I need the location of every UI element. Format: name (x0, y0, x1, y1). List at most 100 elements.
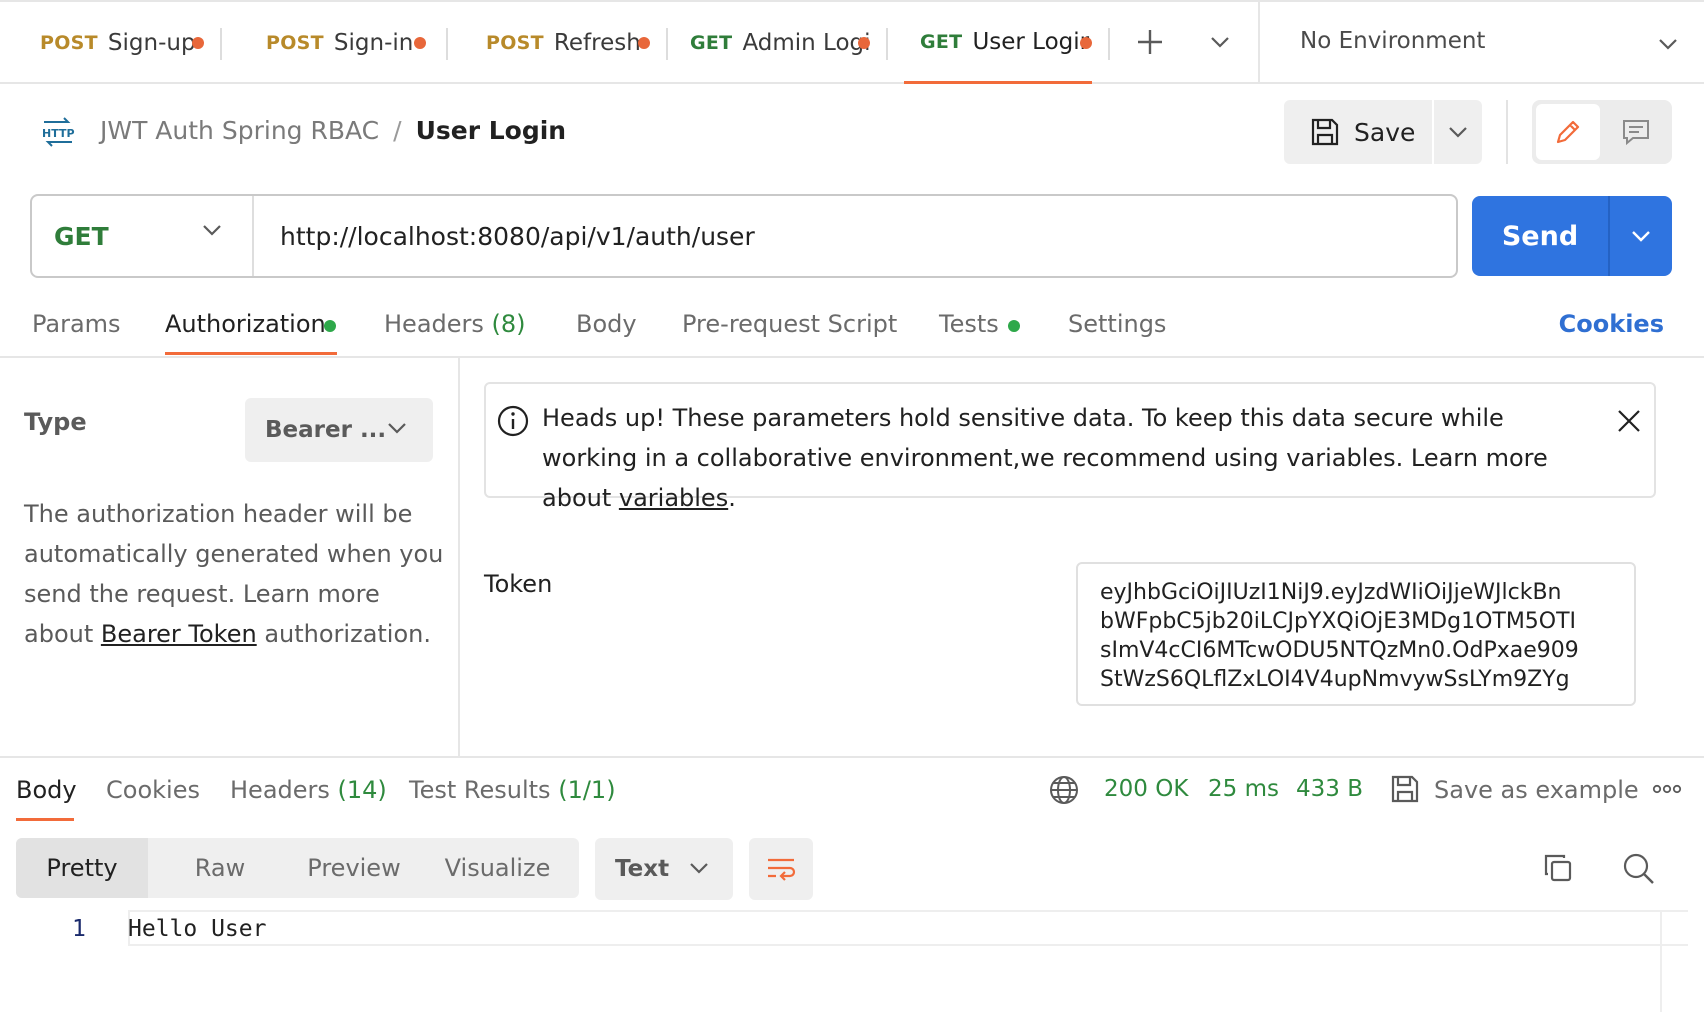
pencil-icon (1556, 120, 1580, 144)
auth-type-select[interactable]: Bearer ... (245, 398, 433, 462)
auth-description-end: authorization. (256, 620, 431, 648)
breadcrumb-collection[interactable]: JWT Auth Spring RBAC (100, 116, 379, 145)
request-config-tabs: Params Authorization Headers (8) Body Pr… (0, 296, 1704, 358)
cookies-link[interactable]: Cookies (1559, 310, 1664, 338)
sensitive-data-alert: Heads up! These parameters hold sensitiv… (484, 382, 1656, 512)
response-tab-test-results[interactable]: Test Results (1/1) (409, 776, 616, 804)
url-input[interactable] (280, 196, 1440, 276)
tab-method: POST (486, 32, 544, 54)
http-icon-text: HTTP (42, 127, 75, 140)
tab-sign-in[interactable]: POST Sign-in (266, 2, 446, 84)
alert-message: Heads up! These parameters hold sensitiv… (542, 398, 1582, 518)
chevron-down-icon (690, 863, 708, 874)
tab-label: Refresh (553, 30, 641, 56)
new-tab-button[interactable] (1130, 22, 1170, 62)
tab-list-dropdown[interactable] (1200, 22, 1240, 62)
breadcrumb-request-name[interactable]: User Login (416, 116, 567, 145)
tab-divider (886, 28, 888, 60)
close-icon[interactable] (1616, 408, 1642, 434)
tab-label: Sign-in (333, 30, 414, 56)
bearer-token-link[interactable]: Bearer Token (101, 620, 257, 648)
response-time[interactable]: 25 ms (1208, 776, 1279, 802)
token-line: eyJhbGciOiJIUzI1NiJ9.eyJzdWIiOiJjeWJlckB… (1100, 580, 1562, 605)
env-divider (1258, 2, 1260, 84)
response-tab-cookies[interactable]: Cookies (106, 776, 200, 804)
tab-label: Sign-up (107, 30, 196, 56)
tab-user-login[interactable]: GET User Logir (904, 2, 1092, 84)
tab-sign-up[interactable]: POST Sign-up (40, 2, 220, 84)
token-line: bWFpbC5jb20iLCJpYXQiOjE3MDg1OTM5OTI (1100, 609, 1577, 634)
line-number: 1 (72, 916, 86, 942)
response-body-text[interactable]: Hello User (128, 916, 266, 942)
environment-dropdown[interactable] (1648, 24, 1688, 64)
view-mode-toggle (1532, 100, 1672, 164)
status-code[interactable]: 200 OK (1104, 776, 1188, 802)
tab-params[interactable]: Params (32, 310, 121, 338)
token-label: Token (484, 570, 553, 598)
view-raw[interactable]: Raw (148, 838, 292, 898)
response-editor-line (128, 910, 1688, 946)
save-icon (1391, 775, 1419, 803)
wrap-lines-button[interactable] (749, 838, 813, 900)
token-input[interactable]: eyJhbGciOiJIUzI1NiJ9.eyJzdWIiOiJjeWJlckB… (1076, 562, 1636, 706)
request-url-bar: GET (30, 194, 1458, 278)
chevron-down-icon (203, 225, 221, 236)
chevron-down-icon (1632, 231, 1650, 242)
save-options-dropdown[interactable] (1434, 100, 1482, 164)
edit-mode-button[interactable] (1536, 104, 1600, 160)
send-button[interactable]: Send (1472, 196, 1608, 276)
variables-link[interactable]: variables (619, 484, 728, 512)
comments-button[interactable] (1604, 104, 1668, 160)
view-preview[interactable]: Preview (292, 838, 416, 898)
tab-refresh[interactable]: POST Refresh (486, 2, 666, 84)
wrap-lines-icon (768, 858, 796, 881)
chevron-down-icon (1211, 37, 1229, 48)
chevron-down-icon (1659, 39, 1677, 50)
response-tab-headers-label: Headers (230, 776, 330, 804)
response-divider (0, 756, 1704, 758)
tab-tests[interactable]: Tests (939, 310, 999, 338)
header-divider (1506, 100, 1508, 164)
tab-headers-label: Headers (384, 310, 484, 338)
unsaved-dot (638, 37, 650, 49)
tab-divider (446, 28, 448, 60)
send-options-dropdown[interactable] (1608, 196, 1672, 276)
copy-icon[interactable] (1542, 852, 1574, 884)
auth-type-label: Type (24, 408, 87, 436)
active-tab-indicator (165, 352, 337, 355)
view-visualize[interactable]: Visualize (416, 838, 579, 898)
save-as-example-button[interactable]: Save as example (1434, 776, 1639, 804)
tab-authorization[interactable]: Authorization (165, 310, 326, 338)
tab-admin-login[interactable]: GET Admin Logi (690, 2, 890, 84)
search-icon[interactable] (1622, 852, 1656, 886)
more-options-icon[interactable] (1652, 782, 1682, 796)
breadcrumb-separator: / (393, 116, 402, 145)
save-label: Save (1354, 117, 1416, 147)
chevron-down-icon (388, 423, 406, 434)
tab-label: Admin Logi (742, 30, 871, 56)
save-button[interactable]: Save (1284, 100, 1432, 164)
method-select[interactable]: GET (32, 196, 254, 276)
view-pretty[interactable]: Pretty (16, 838, 148, 898)
response-size[interactable]: 433 B (1296, 776, 1363, 802)
tab-headers[interactable]: Headers (8) (384, 310, 526, 338)
response-tab-headers[interactable]: Headers (14) (230, 776, 387, 804)
active-tab-indicator (16, 818, 74, 821)
response-format-select[interactable]: Text (595, 838, 733, 900)
editor-scrollbar[interactable] (1660, 912, 1662, 1012)
globe-icon[interactable] (1048, 774, 1080, 806)
tab-prerequest-script[interactable]: Pre-request Script (682, 310, 897, 338)
response-tab-body[interactable]: Body (16, 776, 77, 804)
tab-settings[interactable]: Settings (1068, 310, 1166, 338)
tab-method: POST (266, 32, 324, 54)
environment-selector[interactable]: No Environment (1300, 28, 1485, 54)
tests-count: (1/1) (558, 776, 616, 804)
info-icon (497, 405, 529, 437)
tab-body[interactable]: Body (576, 310, 637, 338)
tab-divider (666, 28, 668, 60)
response-tab-tests-label: Test Results (409, 776, 551, 804)
auth-description: The authorization header will be automat… (24, 494, 444, 654)
plus-icon (1138, 30, 1162, 54)
tab-method: GET (690, 32, 733, 54)
unsaved-dot (192, 37, 204, 49)
